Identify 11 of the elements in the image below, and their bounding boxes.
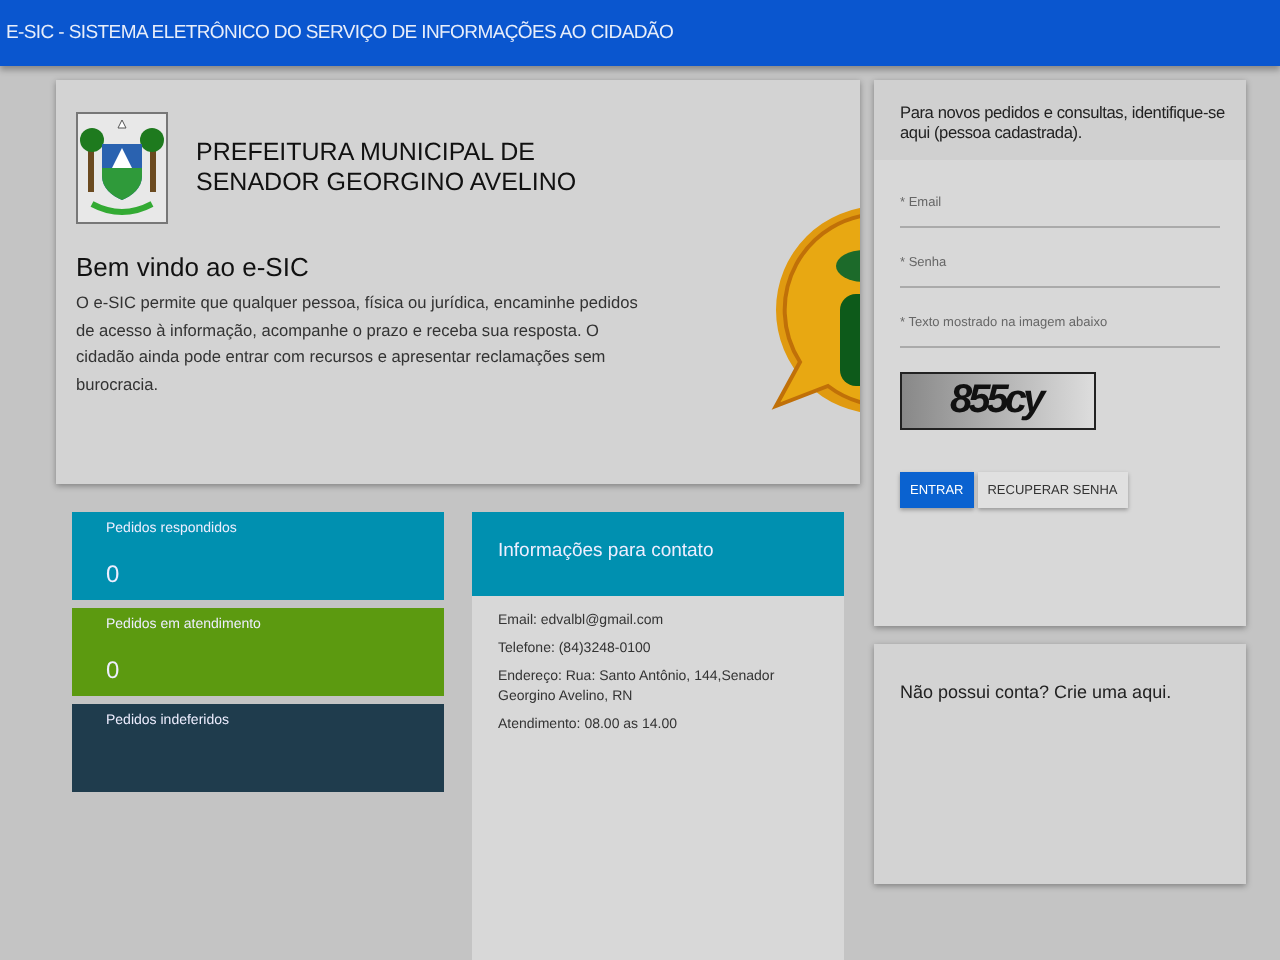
coat-of-arms-icon <box>76 112 168 224</box>
stat-count: 0 <box>106 656 122 684</box>
contact-heading: Informações para contato <box>472 512 844 596</box>
welcome-text: O e-SIC permite que qualquer pessoa, física ou jurídica, encaminhe pedidos de acesso à informação, acompanhe o prazo e receba sua resposta. O cidadão ainda pode entrar com recursos e apresentar reclamações sem burocracia. <box>76 290 640 397</box>
signup-prompt: Não possui conta? Crie uma aqui. <box>900 682 1172 702</box>
organization-name: PREFEITURA MUNICIPAL DE SENADOR GEORGINO AVELINO <box>196 138 577 198</box>
site-title: E-SIC - SISTEMA ELETRÔNICO DO SERVIÇO DE INFORMAÇÕES AO CIDADÃO <box>6 22 674 44</box>
login-prompt: Para novos pedidos e consultas, identifique-se aqui (pessoa cadastrada). <box>874 80 1246 160</box>
stat-count: 0 <box>106 560 122 588</box>
captcha-image: 855cy <box>900 372 1096 430</box>
welcome-heading: Bem vindo ao e-SIC <box>76 252 311 282</box>
